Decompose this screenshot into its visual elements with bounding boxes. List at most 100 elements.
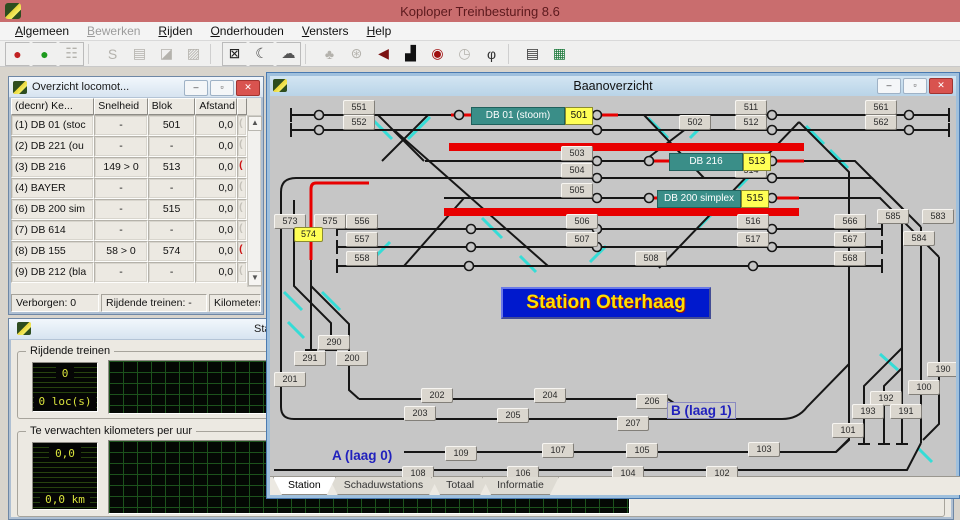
block-label-108[interactable]: 108 [402, 466, 434, 477]
block-label-516[interactable]: 516 [737, 214, 769, 229]
tab-informatie[interactable]: Informatie [482, 477, 559, 495]
tab-totaal[interactable]: Totaal [431, 477, 489, 495]
loco-overview-window[interactable]: Overzicht locomot... –▫✕ (decnr) Ke...Sn… [8, 76, 264, 315]
train-label[interactable]: DB 216 [669, 153, 743, 171]
block-label-566[interactable]: 566 [834, 214, 866, 229]
block-label-104[interactable]: 104 [612, 466, 644, 477]
locomotive-icon[interactable]: ▟ [398, 42, 423, 66]
table-row[interactable]: (2) DB 221 (ou--0,0( [11, 136, 247, 157]
column-header[interactable] [237, 98, 247, 115]
block-label-511[interactable]: 511 [735, 100, 767, 115]
block-label-574[interactable]: 574 [294, 227, 323, 242]
block-label-102[interactable]: 102 [706, 466, 738, 477]
key-icon[interactable]: φ [479, 42, 504, 66]
block-label-506[interactable]: 506 [566, 214, 598, 229]
lamp-icon[interactable]: ☾ [249, 42, 274, 66]
menu-help[interactable]: Help [358, 22, 401, 40]
tab-station[interactable]: Station [273, 477, 336, 495]
block-label-193[interactable]: 193 [852, 404, 884, 419]
block-label-517[interactable]: 517 [737, 232, 769, 247]
speaker-icon[interactable]: ◀ [371, 42, 396, 66]
block-label-203[interactable]: 203 [404, 406, 436, 421]
block-label-557[interactable]: 557 [346, 232, 378, 247]
stop-signal-icon[interactable]: ◉ [425, 42, 450, 66]
loco-close-button[interactable]: ✕ [236, 80, 260, 96]
block-label-507[interactable]: 507 [566, 232, 598, 247]
train-block-label[interactable]: 515 [741, 190, 769, 208]
block-label-561[interactable]: 561 [865, 100, 897, 115]
menu-algemeen[interactable]: Algemeen [6, 22, 78, 40]
block-label-201[interactable]: 201 [274, 372, 306, 387]
block-label-512[interactable]: 512 [735, 115, 767, 130]
block-label-106[interactable]: 106 [507, 466, 539, 477]
loco-restore-button[interactable]: ▫ [210, 80, 234, 96]
loco-window-titlebar[interactable]: Overzicht locomot... –▫✕ [9, 77, 263, 98]
block-label-100[interactable]: 100 [908, 380, 940, 395]
table-row[interactable]: (9) DB 212 (bla--0,0( [11, 262, 247, 283]
block-label-508[interactable]: 508 [635, 251, 667, 266]
table-row[interactable]: (7) DB 614--0,0( [11, 220, 247, 241]
train-label[interactable]: DB 200 simplex [657, 190, 741, 208]
block-label-584[interactable]: 584 [903, 231, 935, 246]
table-row[interactable]: (1) DB 01 (stoc-5010,0( [11, 115, 247, 136]
track-overview-window[interactable]: Baanoverzicht –▫✕ [266, 72, 960, 499]
table-row[interactable]: (6) DB 200 sim-5150,0( [11, 199, 247, 220]
block-label-107[interactable]: 107 [542, 443, 574, 458]
block-label-101[interactable]: 101 [832, 423, 864, 438]
column-header[interactable]: Afstand [195, 98, 237, 115]
block-label-202[interactable]: 202 [421, 388, 453, 403]
tab-schaduwstations[interactable]: Schaduwstations [329, 477, 438, 495]
block-label-290[interactable]: 290 [318, 335, 350, 350]
table-row[interactable]: (4) BAYER--0,0( [11, 178, 247, 199]
block-label-109[interactable]: 109 [445, 446, 477, 461]
track-diagram[interactable]: 5515115615525025125625035045145055565065… [270, 96, 956, 477]
lantern-off-icon[interactable]: ⊠ [222, 42, 247, 66]
block-label-105[interactable]: 105 [626, 443, 658, 458]
train-block-label[interactable]: 501 [565, 107, 593, 125]
block-label-502[interactable]: 502 [679, 115, 711, 130]
block-label-558[interactable]: 558 [346, 251, 378, 266]
baan-restore-button[interactable]: ▫ [903, 78, 927, 94]
baan-minimize-button[interactable]: – [877, 78, 901, 94]
ghost-icon[interactable]: ☁ [276, 42, 301, 66]
app-titlebar[interactable]: Koploper Treinbesturing 8.6 [0, 0, 960, 23]
export-excel-icon[interactable]: ▦ [547, 42, 572, 66]
block-label-504[interactable]: 504 [561, 163, 593, 178]
train-block-label[interactable]: 513 [743, 153, 771, 171]
baan-close-button[interactable]: ✕ [929, 78, 953, 94]
block-label-291[interactable]: 291 [294, 351, 326, 366]
block-label-567[interactable]: 567 [834, 232, 866, 247]
block-label-206[interactable]: 206 [636, 394, 668, 409]
block-label-503[interactable]: 503 [561, 146, 593, 161]
printer-icon[interactable]: ▤ [520, 42, 545, 66]
block-label-200[interactable]: 200 [336, 351, 368, 366]
train-label[interactable]: DB 01 (stoom) [471, 107, 565, 125]
block-label-556[interactable]: 556 [346, 214, 378, 229]
scroll-up-button[interactable]: ▲ [248, 116, 262, 131]
block-label-103[interactable]: 103 [748, 442, 780, 457]
block-label-562[interactable]: 562 [865, 115, 897, 130]
menu-rijden[interactable]: Rijden [149, 22, 201, 40]
block-label-551[interactable]: 551 [343, 100, 375, 115]
block-label-191[interactable]: 191 [890, 404, 922, 419]
block-label-205[interactable]: 205 [497, 408, 529, 423]
loco-minimize-button[interactable]: – [184, 80, 208, 96]
scroll-down-button[interactable]: ▼ [248, 271, 262, 286]
block-label-207[interactable]: 207 [617, 416, 649, 431]
column-header[interactable]: Snelheid [94, 98, 148, 115]
baan-titlebar[interactable]: Baanoverzicht –▫✕ [270, 76, 956, 96]
signal-red-icon[interactable]: ● [5, 42, 30, 66]
menu-vensters[interactable]: Vensters [293, 22, 358, 40]
block-label-552[interactable]: 552 [343, 115, 375, 130]
column-header[interactable]: (decnr) Ke... [11, 98, 94, 115]
column-header[interactable]: Blok [148, 98, 196, 115]
block-label-568[interactable]: 568 [834, 251, 866, 266]
menu-onderhouden[interactable]: Onderhouden [201, 22, 292, 40]
block-label-505[interactable]: 505 [561, 183, 593, 198]
table-row[interactable]: (3) DB 216149 > 05130,0( [11, 157, 247, 178]
block-label-190[interactable]: 190 [927, 362, 956, 377]
table-row[interactable]: (8) DB 15558 > 05740,0( [11, 241, 247, 262]
block-label-583[interactable]: 583 [922, 209, 954, 224]
block-label-204[interactable]: 204 [534, 388, 566, 403]
loco-table-scrollbar[interactable]: ▲ ▼ [247, 115, 261, 287]
